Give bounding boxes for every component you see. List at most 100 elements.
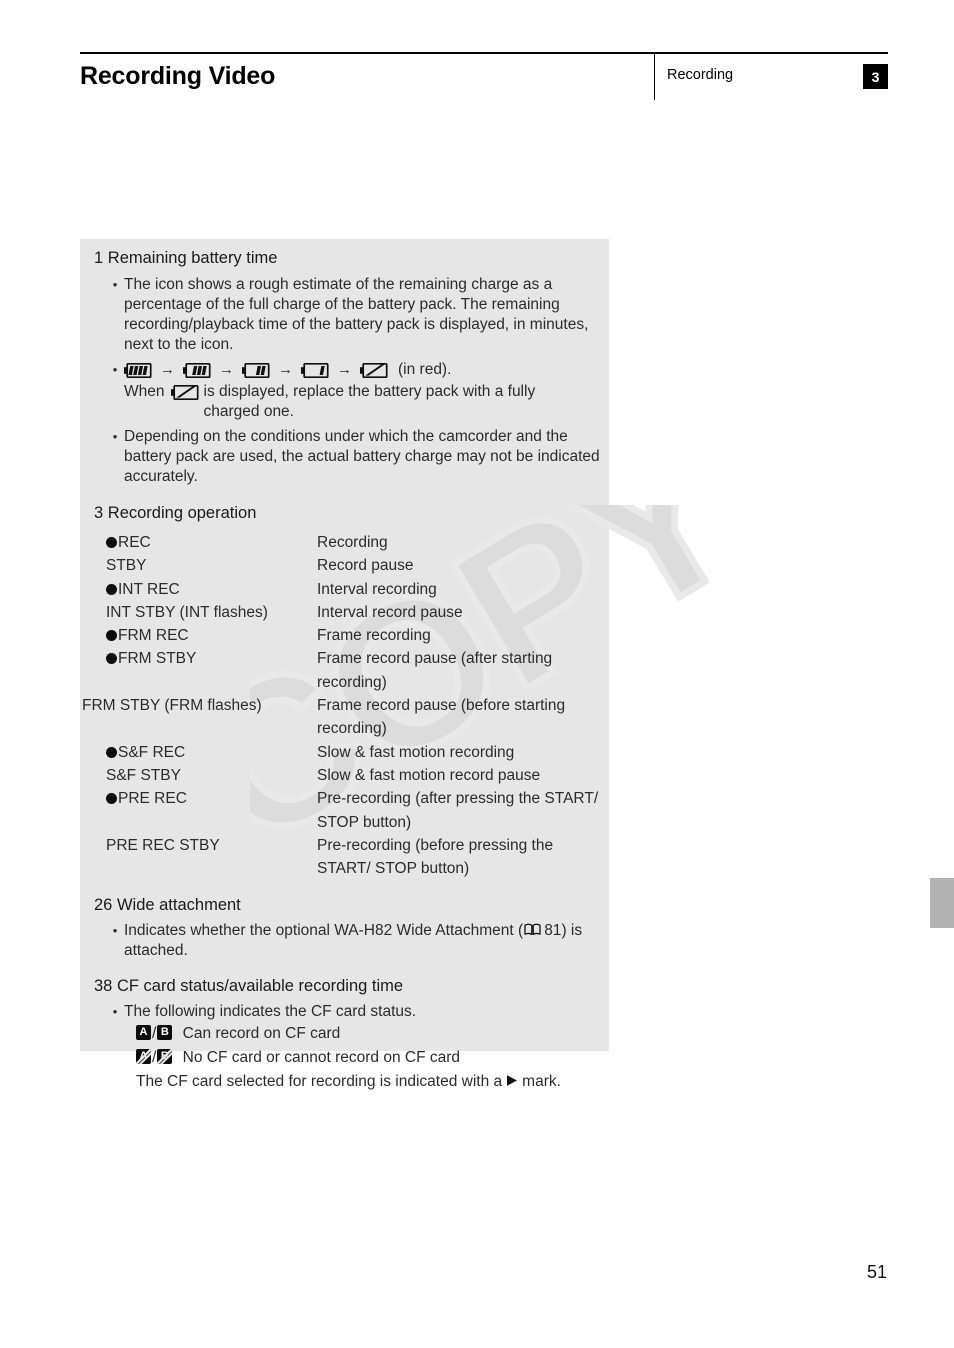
indicator-cell: INT REC [106,578,317,601]
indicator-cell: PRE REC STBY [106,834,317,881]
battery-replace-note: When is displayed, replace the battery p… [124,382,609,422]
indicator-cell: FRM REC [106,624,317,647]
table-row: S&F REC Slow & fast motion recording [106,741,609,764]
section-title: Remaining battery time [107,249,278,267]
cf-card-state-can-record: A / B Can record on CF card [94,1022,609,1046]
meaning-cell: Pre-recording (after pressing the START/… [317,790,599,831]
battery-icon-level-3 [183,362,211,378]
note-before-text: When [124,383,165,400]
table-row: PRE REC Pre-recording (after pressing th… [106,787,609,834]
section-heading: 3 Recording operation [94,504,609,523]
manual-book-icon [524,924,541,936]
cf-card-state-label: Can record on CF card [182,1025,341,1043]
arrow-icon: → [278,361,293,378]
section-title: Recording operation [107,504,257,522]
reference-page-number: 81 [544,922,562,940]
meaning-cell: Interval recording [317,580,437,598]
indicator-cell: FRM STBY [106,647,317,694]
meaning-cell: Slow & fast motion recording [317,743,515,761]
indicator-label: REC [118,534,151,551]
record-dot-icon [106,630,117,642]
cf-card-a-icon: A [136,1025,151,1041]
bullet-text: The icon shows a rough estimate of the r… [124,276,589,353]
bullet-dot-icon: • [112,362,118,377]
arrow-icon: → [160,361,175,378]
chapter-number-badge: 3 [863,64,888,89]
reference-text-before: Indicates whether the optional WA-H82 Wi… [124,922,524,940]
section-number: 3 [94,504,104,522]
indicator-label: INT STBY (INT flashes) [106,603,268,621]
meaning-cell: Pre-recording (before pressing the START… [317,836,554,878]
indicator-label: STBY [106,557,147,575]
table-row: FRM REC Frame recording [106,624,609,647]
arrow-icon: → [337,361,352,378]
table-row: INT REC Interval recording [106,578,609,601]
cf-card-b-icon: B [157,1025,173,1041]
bullet-text: The following indicates the CF card stat… [124,1003,417,1021]
battery-level-sequence: → → → → (in red). [124,360,609,380]
page-header: Recording Video Recording 3 [80,52,888,102]
table-row: FRM STBY (FRM flashes) Frame record paus… [82,694,609,741]
indicator-cell: PRE REC [106,787,317,834]
bullet-battery-sequence: • → → → → (in red). When is displayed, r… [94,360,609,422]
table-row: INT STBY (INT flashes) Interval record p… [106,601,609,624]
record-dot-icon [106,653,117,665]
chapter-side-tab [930,878,954,928]
section-cf-card-status: 38 CF card status/available recording ti… [80,961,609,1094]
cf-card-b-disabled-icon: B [157,1049,173,1065]
section-heading: 26 Wide attachment [94,896,609,915]
indicator-cell: S&F REC [106,741,317,764]
manual-content: 1 Remaining battery time • The icon show… [80,239,609,1094]
battery-icon-empty-slashed [360,362,388,378]
note-after-text: is displayed, replace the battery pack w… [203,383,536,420]
cf-card-a-disabled-icon: A [136,1049,151,1065]
play-triangle-icon [507,1075,518,1087]
indicator-cell: STBY [106,554,317,577]
table-row: STBY Record pause [106,554,609,577]
note-before-text: The CF card selected for recording is in… [136,1073,503,1091]
indicator-label: FRM REC [118,627,189,645]
table-row: REC Recording [106,531,609,554]
indicator-label: FRM STBY [118,650,197,668]
section-number: 26 [94,896,113,915]
cf-card-state-label: No CF card or cannot record on CF card [182,1049,461,1067]
meaning-cell: Slow & fast motion record pause [317,766,541,784]
indicator-label: FRM STBY (FRM flashes) [82,697,262,715]
indicator-cell: REC [106,531,317,554]
record-dot-icon [106,583,117,595]
battery-icon-empty-slashed [170,385,199,400]
table-row: S&F STBY Slow & fast motion record pause [106,764,609,787]
cf-card-state-no-record: A / B No CF card or cannot record on CF ca… [94,1046,609,1070]
indicator-label: INT REC [118,580,180,598]
header-section-group: Recording 3 [654,54,888,100]
record-dot-icon [106,793,117,805]
bullet-text: Depending on the conditions under which … [124,428,600,485]
meaning-cell: Frame record pause (before starting reco… [317,697,566,738]
page-title: Recording Video [80,62,276,90]
indicator-label: S&F REC [118,743,186,761]
indicator-cell: S&F STBY [106,764,317,787]
table-row: FRM STBY Frame record pause (after start… [106,647,609,694]
indicator-label: PRE REC STBY [106,836,220,854]
section-heading: 1 Remaining battery time [94,249,609,268]
bullet-battery-accuracy: • Depending on the conditions under whic… [94,427,609,487]
note-after-text: mark. [522,1073,561,1091]
section-title: CF card status/available recording time [116,977,404,996]
bullet-wide-attachment: • Indicates whether the optional WA-H82 … [94,921,609,961]
indicator-cell: INT STBY (INT flashes) [106,601,317,624]
arrow-icon: → [219,361,234,378]
bullet-dot-icon: • [112,429,118,444]
battery-red-note: (in red). [398,361,452,378]
battery-icon-level-4 [124,362,152,378]
section-title: Wide attachment [116,896,241,915]
recording-operation-table: REC Recording STBY Record pause INT REC … [82,531,609,881]
record-dot-icon [106,746,117,758]
section-remaining-battery-time: 1 Remaining battery time • The icon show… [80,239,609,487]
section-recording-operation: 3 Recording operation REC Recording STBY… [80,487,609,880]
battery-icon-level-2 [242,362,270,378]
record-dot-icon [106,537,117,548]
meaning-cell: Frame recording [317,627,431,645]
section-wide-attachment: 26 Wide attachment • Indicates whether t… [80,880,609,961]
meaning-cell: Recording [317,534,388,551]
bullet-battery-estimate: • The icon shows a rough estimate of the… [94,275,609,355]
